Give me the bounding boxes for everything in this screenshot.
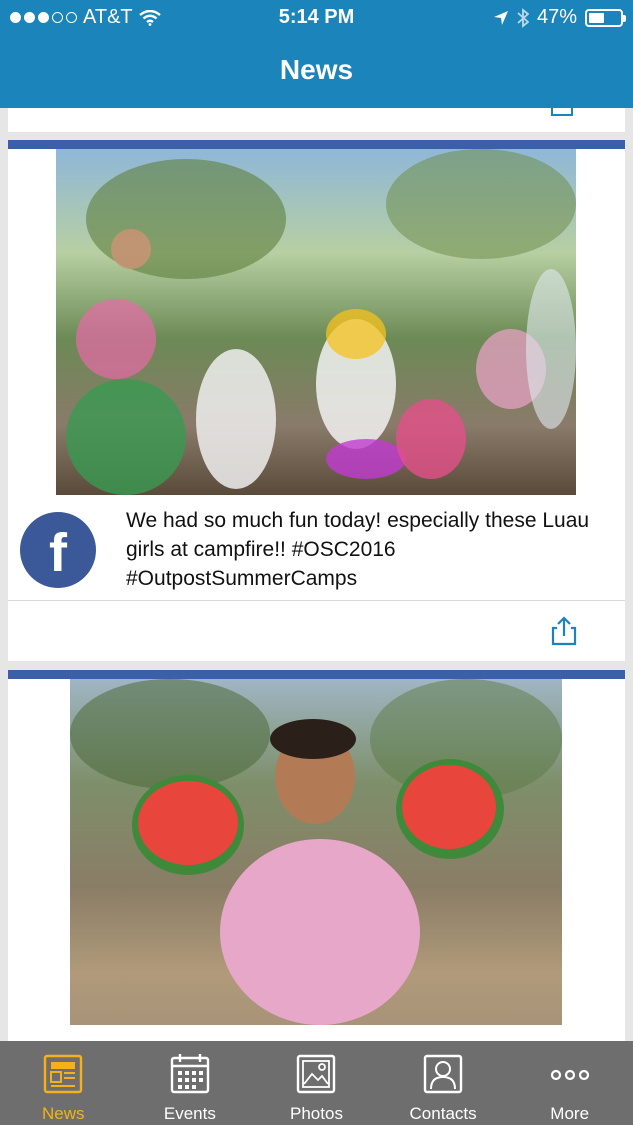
battery-icon [585, 8, 626, 27]
tab-photos[interactable]: Photos [253, 1041, 380, 1125]
post-photo[interactable] [70, 679, 562, 1025]
post-photo[interactable] [56, 149, 576, 495]
more-icon [550, 1069, 589, 1081]
tab-events[interactable]: Events [127, 1041, 254, 1125]
battery-percent: 47% [536, 6, 577, 28]
share-icon[interactable] [551, 616, 577, 646]
contacts-icon [423, 1054, 463, 1094]
tab-label: Events [163, 1104, 216, 1123]
tab-label: News [42, 1104, 85, 1123]
card-divider [8, 600, 625, 601]
tab-label: More [550, 1104, 590, 1123]
news-card-previous [8, 108, 625, 132]
tab-more[interactable]: More [506, 1041, 633, 1125]
tab-label: Contacts [409, 1104, 477, 1123]
post-text: We had so much fun today! especially the… [126, 509, 590, 590]
share-icon[interactable] [551, 108, 573, 116]
card-accent-bar [8, 670, 625, 679]
news-card: f We had so much fun today! especially t… [8, 140, 625, 661]
tab-news[interactable]: News [0, 1041, 127, 1125]
news-feed[interactable]: f We had so much fun today! especially t… [0, 108, 633, 1041]
tab-bar: News Events Photos Contacts More [0, 1041, 633, 1125]
card-accent-bar [8, 140, 625, 149]
photo-icon [297, 1054, 336, 1094]
newspaper-icon [44, 1054, 83, 1094]
location-icon [493, 10, 508, 25]
tab-contacts[interactable]: Contacts [380, 1041, 507, 1125]
bluetooth-icon [517, 7, 529, 28]
status-bar: AT&T 5:14 PM 47% [0, 0, 633, 36]
news-card [8, 670, 625, 1041]
tab-label: Photos [290, 1104, 343, 1123]
calendar-icon [170, 1054, 210, 1094]
page-title: News [279, 54, 354, 85]
facebook-icon: f [20, 512, 96, 588]
app-header: AT&T 5:14 PM 47% News [0, 0, 633, 108]
